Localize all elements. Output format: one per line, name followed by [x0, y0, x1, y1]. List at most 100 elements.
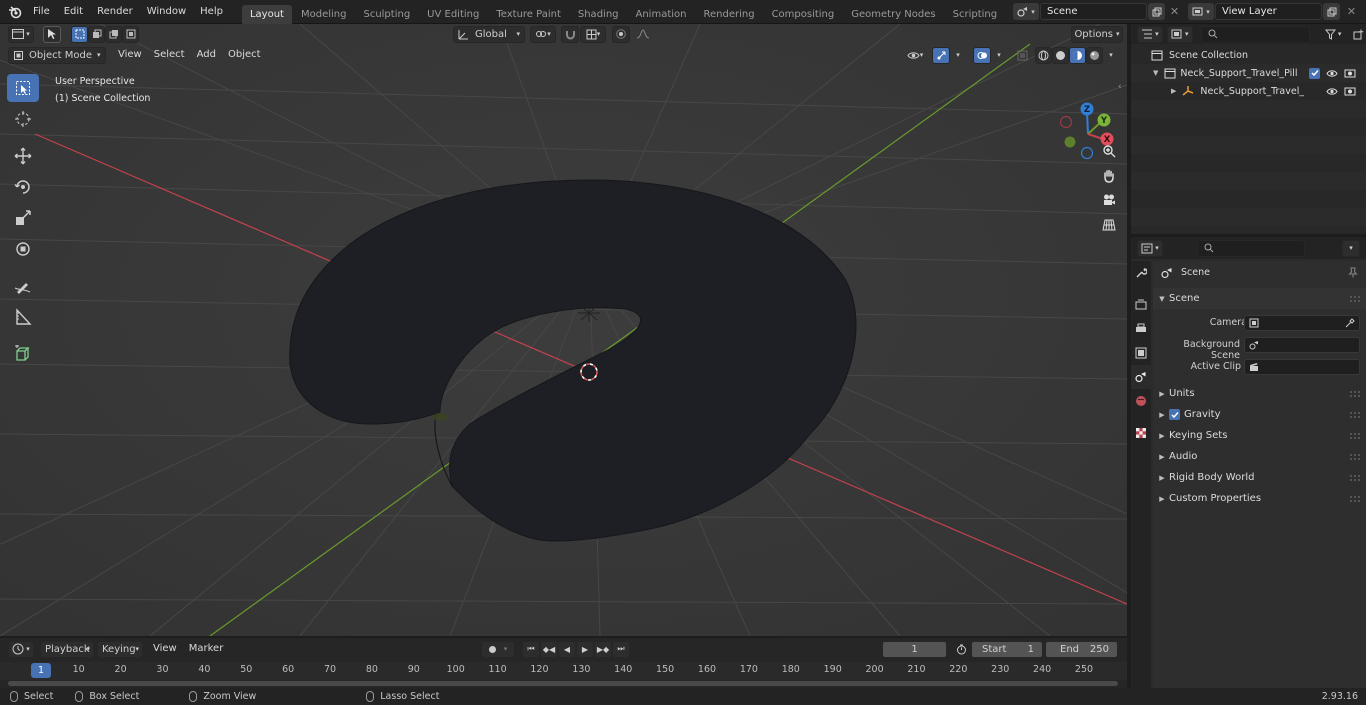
panel-rigid-body-world-header[interactable]: ▶ Rigid Body World [1153, 467, 1366, 488]
tool-select-box[interactable] [7, 74, 39, 102]
gizmo-dropdown[interactable]: ▾ [951, 47, 965, 64]
tab-texture-paint[interactable]: Texture Paint [488, 5, 569, 24]
timeline-editor-type-button[interactable]: ▾ [8, 640, 34, 658]
snap-toggle-button[interactable] [561, 25, 579, 43]
tool-transform[interactable] [7, 235, 39, 263]
menu-edit[interactable]: Edit [57, 2, 90, 22]
tab-rendering[interactable]: Rendering [695, 5, 762, 24]
overlay-dropdown[interactable]: ▾ [992, 47, 1006, 64]
camera-view-button[interactable] [1098, 189, 1120, 211]
exclude-checkbox[interactable] [1309, 67, 1320, 79]
menu-object[interactable]: Object [222, 46, 267, 64]
menu-view[interactable]: View [112, 46, 148, 64]
drag-grip-icon[interactable] [1350, 474, 1360, 481]
panel-scene-header[interactable]: ▼ Scene [1153, 288, 1366, 309]
start-frame-field[interactable]: Start 1 [971, 640, 1043, 658]
background-scene-field[interactable] [1244, 337, 1360, 353]
disclosure-open-icon[interactable]: ▼ [1153, 69, 1158, 77]
menu-add[interactable]: Add [191, 46, 222, 64]
scene-browse-button[interactable]: ▾ [1013, 3, 1039, 20]
view-layer-name-field[interactable]: View Layer [1215, 3, 1322, 20]
jump-start-button[interactable]: ⏮ [522, 640, 540, 658]
properties-options-dropdown[interactable]: ▾ [1342, 239, 1360, 257]
drag-grip-icon[interactable] [1350, 495, 1360, 502]
tab-animation[interactable]: Animation [628, 5, 695, 24]
menu-help[interactable]: Help [193, 2, 230, 22]
tool-scale[interactable] [7, 204, 39, 232]
shading-wireframe-button[interactable] [1035, 46, 1052, 64]
outliner-row-scene-collection[interactable]: Scene Collection [1131, 46, 1366, 64]
axis-neg-x-icon[interactable] [1059, 115, 1073, 129]
new-view-layer-button[interactable] [1323, 3, 1340, 20]
timeline-scrollbar[interactable] [8, 681, 1118, 686]
tab-tool[interactable] [1131, 261, 1151, 285]
filter-dropdown[interactable]: ▾ [1320, 26, 1346, 43]
current-frame-field[interactable]: 1 [882, 640, 947, 658]
panel-units-header[interactable]: ▶ Units [1153, 383, 1366, 404]
tab-scene[interactable] [1131, 365, 1151, 389]
gravity-checkbox[interactable] [1169, 409, 1180, 420]
menu-window[interactable]: Window [140, 2, 193, 22]
select-tool-button[interactable] [43, 25, 61, 43]
active-clip-field[interactable] [1244, 359, 1360, 375]
new-collection-button[interactable] [1350, 26, 1366, 43]
tab-compositing[interactable]: Compositing [764, 5, 843, 24]
tab-geometry-nodes[interactable]: Geometry Nodes [843, 5, 943, 24]
timeline-menu-view[interactable]: View [147, 640, 183, 658]
overlay-toggle-button[interactable] [973, 46, 991, 64]
tab-shading[interactable]: Shading [570, 5, 627, 24]
3d-viewport[interactable]: ▾ Global ▾ ▾ ▾ Options ▾ Object Mode ▾ V… [0, 24, 1127, 636]
eyedropper-icon[interactable] [1345, 318, 1355, 328]
menu-select[interactable]: Select [148, 46, 191, 64]
select-mode-new-button[interactable] [71, 25, 88, 43]
blender-logo-icon[interactable] [4, 1, 26, 23]
auto-keying-button[interactable]: ▾ [481, 640, 515, 658]
panel-custom-properties-header[interactable]: ▶ Custom Properties [1153, 488, 1366, 509]
render-camera-icon[interactable] [1344, 68, 1356, 78]
tool-rotate[interactable] [7, 173, 39, 201]
delete-scene-button[interactable]: ✕ [1166, 3, 1183, 20]
display-mode-dropdown[interactable]: ▾ [1166, 25, 1193, 43]
tab-sculpting[interactable]: Sculpting [355, 5, 418, 24]
tab-modeling[interactable]: Modeling [293, 5, 355, 24]
tool-measure[interactable] [7, 303, 39, 331]
axis-neg-y-icon[interactable] [1064, 136, 1076, 148]
end-frame-field[interactable]: End 250 [1045, 640, 1118, 658]
options-dropdown[interactable]: Options ▾ [1071, 25, 1123, 43]
delete-view-layer-button[interactable]: ✕ [1343, 3, 1360, 20]
tab-output[interactable] [1131, 317, 1151, 341]
menu-file[interactable]: File [26, 2, 57, 22]
keying-menu[interactable]: Keying ▾ [97, 640, 143, 658]
outliner-row-collection[interactable]: ▼ Neck_Support_Travel_Pillow_l [1131, 64, 1366, 82]
visibility-dropdown[interactable]: ▾ [902, 47, 928, 64]
shading-material-button[interactable] [1069, 46, 1086, 64]
view-layer-browse-button[interactable]: ▾ [1188, 3, 1214, 20]
drag-grip-icon[interactable] [1350, 390, 1360, 397]
shading-dropdown[interactable]: ▾ [1104, 47, 1118, 64]
perspective-toggle-button[interactable] [1098, 214, 1120, 236]
new-scene-button[interactable] [1148, 3, 1165, 20]
snap-target-dropdown[interactable]: ▾ [580, 25, 606, 43]
sidebar-expand-icon[interactable]: ‹ [1118, 82, 1122, 92]
jump-keyframe-forward-button[interactable]: ▶◆ [594, 640, 612, 658]
select-mode-subtract-button[interactable] [105, 25, 122, 43]
outliner-editor-type-button[interactable]: ▾ [1137, 25, 1163, 43]
tab-uv-editing[interactable]: UV Editing [419, 5, 487, 24]
pan-view-button[interactable] [1098, 165, 1120, 187]
tool-move[interactable] [7, 142, 39, 170]
panel-audio-header[interactable]: ▶ Audio [1153, 446, 1366, 467]
drag-grip-icon[interactable] [1350, 432, 1360, 439]
timeline-menu-marker[interactable]: Marker [183, 640, 230, 658]
tab-render[interactable] [1131, 293, 1151, 317]
tab-layout[interactable]: Layout [241, 4, 292, 24]
jump-keyframe-back-button[interactable]: ◆◀ [540, 640, 558, 658]
shading-rendered-button[interactable] [1086, 46, 1103, 64]
drag-grip-icon[interactable] [1350, 295, 1360, 302]
transform-orientation-dropdown[interactable]: Global ▾ [453, 25, 525, 43]
proportional-edit-button[interactable] [612, 25, 630, 43]
pivot-point-dropdown[interactable]: ▾ [530, 25, 556, 43]
panel-keying-sets-header[interactable]: ▶ Keying Sets [1153, 425, 1366, 446]
tab-scripting[interactable]: Scripting [945, 5, 1005, 24]
outliner-row-object[interactable]: ▶ Neck_Support_Travel_Pill [1131, 82, 1366, 100]
current-frame-indicator[interactable]: 1 [31, 663, 51, 678]
